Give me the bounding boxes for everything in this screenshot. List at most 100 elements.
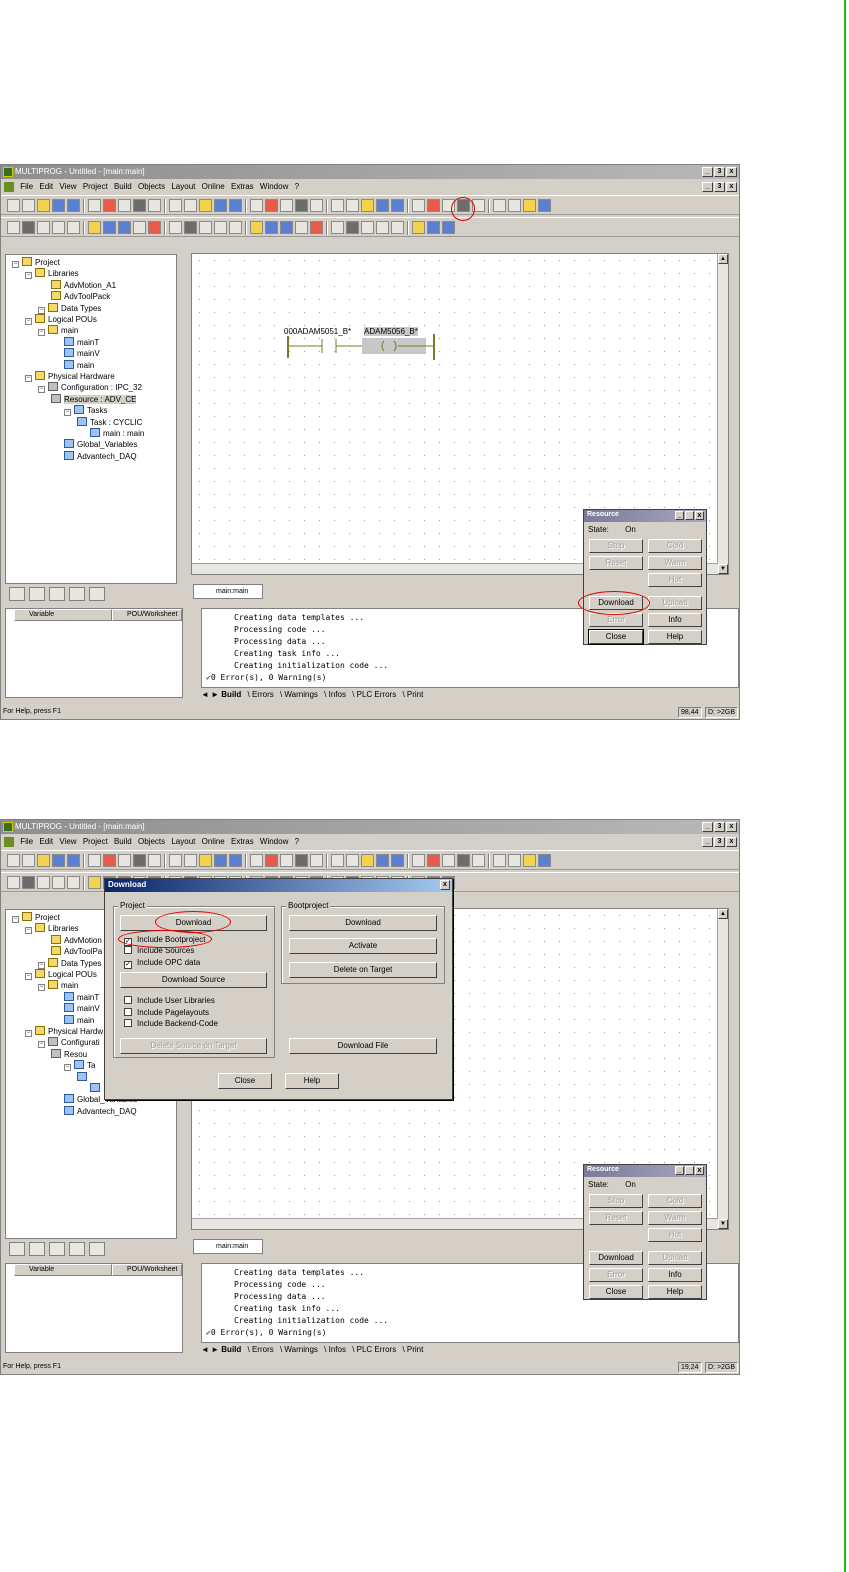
toolbar-button-icon[interactable] [184, 199, 197, 212]
column-variable[interactable]: Variable [14, 1264, 112, 1276]
toolbar-button-icon[interactable] [442, 199, 455, 212]
error-button[interactable]: Error [589, 1268, 643, 1282]
menu-online[interactable]: Online [200, 180, 227, 191]
toolbar-button-icon[interactable] [199, 854, 212, 867]
include-sources-box[interactable] [124, 946, 132, 954]
resource-maximize-button[interactable] [685, 1166, 694, 1175]
toolbar-button-icon[interactable] [229, 221, 242, 234]
toolbar-button-icon[interactable] [118, 221, 131, 234]
menu-layout[interactable]: Layout [169, 180, 197, 191]
tree-item[interactable]: AdvMotion_A1 [51, 279, 116, 291]
toolbar-button-icon[interactable] [523, 199, 536, 212]
menu-help[interactable]: ? [293, 835, 301, 846]
menu-objects[interactable]: Objects [136, 835, 167, 846]
toolbar-button-icon[interactable] [37, 876, 50, 889]
restore-button[interactable]: 3 [714, 822, 725, 832]
include-opc-checkbox[interactable]: ✓ Include OPC data [124, 958, 200, 969]
cold-button[interactable]: Cold [648, 1194, 702, 1208]
mdi-restore-button[interactable]: 3 [714, 837, 725, 847]
menu-edit[interactable]: Edit [37, 180, 55, 191]
include-user-libraries-box[interactable] [124, 996, 132, 1004]
minimize-button[interactable]: _ [702, 822, 713, 832]
menu-project[interactable]: Project [81, 835, 110, 846]
toolbar-button-icon[interactable] [412, 854, 425, 867]
tree-item[interactable]: − Project [12, 912, 60, 923]
editor-vertical-scrollbar[interactable]: ▲ ▼ [717, 909, 728, 1229]
stop-button[interactable]: Stop [589, 539, 643, 553]
toolbar-button-icon[interactable] [346, 221, 359, 234]
menu-layout[interactable]: Layout [169, 835, 197, 846]
download-button[interactable]: Download [589, 596, 643, 610]
tree-tab-pous-icon[interactable] [49, 1242, 65, 1256]
toolbar-button-icon[interactable] [391, 221, 404, 234]
include-pagelayouts-box[interactable] [124, 1008, 132, 1016]
download-dialog-close-icon[interactable]: x [440, 880, 450, 890]
toolbar-button-icon[interactable] [133, 221, 146, 234]
toolbar-button-icon[interactable] [133, 199, 146, 212]
tree-item[interactable]: − Logical POUs [25, 969, 97, 980]
column-pou-worksheet[interactable]: POU/Worksheet [112, 1264, 182, 1276]
tree-item[interactable]: − Libraries [25, 268, 79, 280]
toolbar-button-icon[interactable] [103, 854, 116, 867]
toolbar-button-icon[interactable] [199, 221, 212, 234]
include-opc-box[interactable]: ✓ [124, 961, 132, 969]
toolbar-button-icon[interactable] [310, 854, 323, 867]
menu-build[interactable]: Build [112, 835, 134, 846]
toolbar-button-icon[interactable] [37, 199, 50, 212]
toolbar-button-icon[interactable] [169, 221, 182, 234]
toolbar-button-icon[interactable] [346, 854, 359, 867]
resource-minimize-button[interactable]: _ [675, 1166, 684, 1175]
tree-item[interactable]: AdvToolPack [51, 291, 110, 302]
tree-tab-project-icon[interactable] [9, 587, 25, 601]
toolbar-button-icon[interactable] [376, 221, 389, 234]
tree-item[interactable]: − main [38, 980, 78, 992]
tree-item[interactable]: − Configurati [38, 1037, 100, 1049]
tree-expander-icon[interactable]: − [38, 329, 45, 337]
tab-errors[interactable]: \ Errors [248, 690, 274, 699]
toolbar-button-icon[interactable] [346, 199, 359, 212]
toolbar-button-icon[interactable] [538, 199, 551, 212]
upload-button[interactable]: Upload [648, 1251, 702, 1265]
toolbar-button-icon[interactable] [331, 854, 344, 867]
resource-close-btn[interactable]: Close [588, 629, 644, 645]
include-bootproject-box[interactable]: ✓ [124, 938, 132, 946]
tree-expander-icon[interactable]: − [25, 1030, 32, 1037]
tree-tab-variables-icon[interactable] [89, 1242, 105, 1256]
toolbar-button-icon[interactable] [148, 221, 161, 234]
tree-expander-icon[interactable]: − [25, 375, 32, 382]
toolbar-button-icon[interactable] [7, 221, 20, 234]
resource-help-button[interactable]: Help [648, 1285, 702, 1299]
scroll-up-icon[interactable]: ▲ [718, 909, 728, 919]
toolbar-button-icon[interactable] [493, 199, 506, 212]
resource-close-button[interactable]: x [695, 1166, 704, 1175]
tree-item[interactable]: main [64, 1014, 94, 1026]
toolbar-button-icon[interactable] [214, 854, 227, 867]
toolbar-button-icon[interactable] [265, 854, 278, 867]
tree-tab-pous-icon[interactable] [49, 587, 65, 601]
toolbar-button-icon[interactable] [361, 854, 374, 867]
toolbar-button-icon[interactable] [37, 221, 50, 234]
scroll-down-icon[interactable]: ▼ [718, 1219, 728, 1229]
tree-item[interactable]: AdvToolPa [51, 946, 102, 957]
toolbar-button-icon[interactable] [391, 199, 404, 212]
tree-item[interactable]: − main [38, 325, 78, 337]
toolbar-button-icon[interactable] [265, 221, 278, 234]
menu-view[interactable]: View [57, 180, 78, 191]
toolbar-button-icon[interactable] [118, 199, 131, 212]
toolbar-button-icon[interactable] [427, 854, 440, 867]
editor-tab-main[interactable]: main:main [193, 584, 263, 599]
toolbar-button-icon[interactable] [7, 199, 20, 212]
tab-warnings[interactable]: \ Warnings [280, 690, 318, 699]
column-pou-worksheet[interactable]: POU/Worksheet [112, 609, 182, 621]
dialog-close-button[interactable]: Close [218, 1073, 272, 1089]
reset-button[interactable]: Reset [589, 1211, 643, 1225]
include-user-libraries-checkbox[interactable]: Include User Libraries [124, 996, 215, 1006]
toolbar-button-icon[interactable] [67, 221, 80, 234]
tree-expander-icon[interactable]: − [12, 916, 19, 923]
upload-button[interactable]: Upload [648, 596, 702, 610]
menu-objects[interactable]: Objects [136, 180, 167, 191]
toolbar-button-icon[interactable] [376, 199, 389, 212]
info-button[interactable]: Info [648, 613, 702, 627]
toolbar-button-icon[interactable] [457, 854, 470, 867]
toolbar-button-icon[interactable] [508, 854, 521, 867]
